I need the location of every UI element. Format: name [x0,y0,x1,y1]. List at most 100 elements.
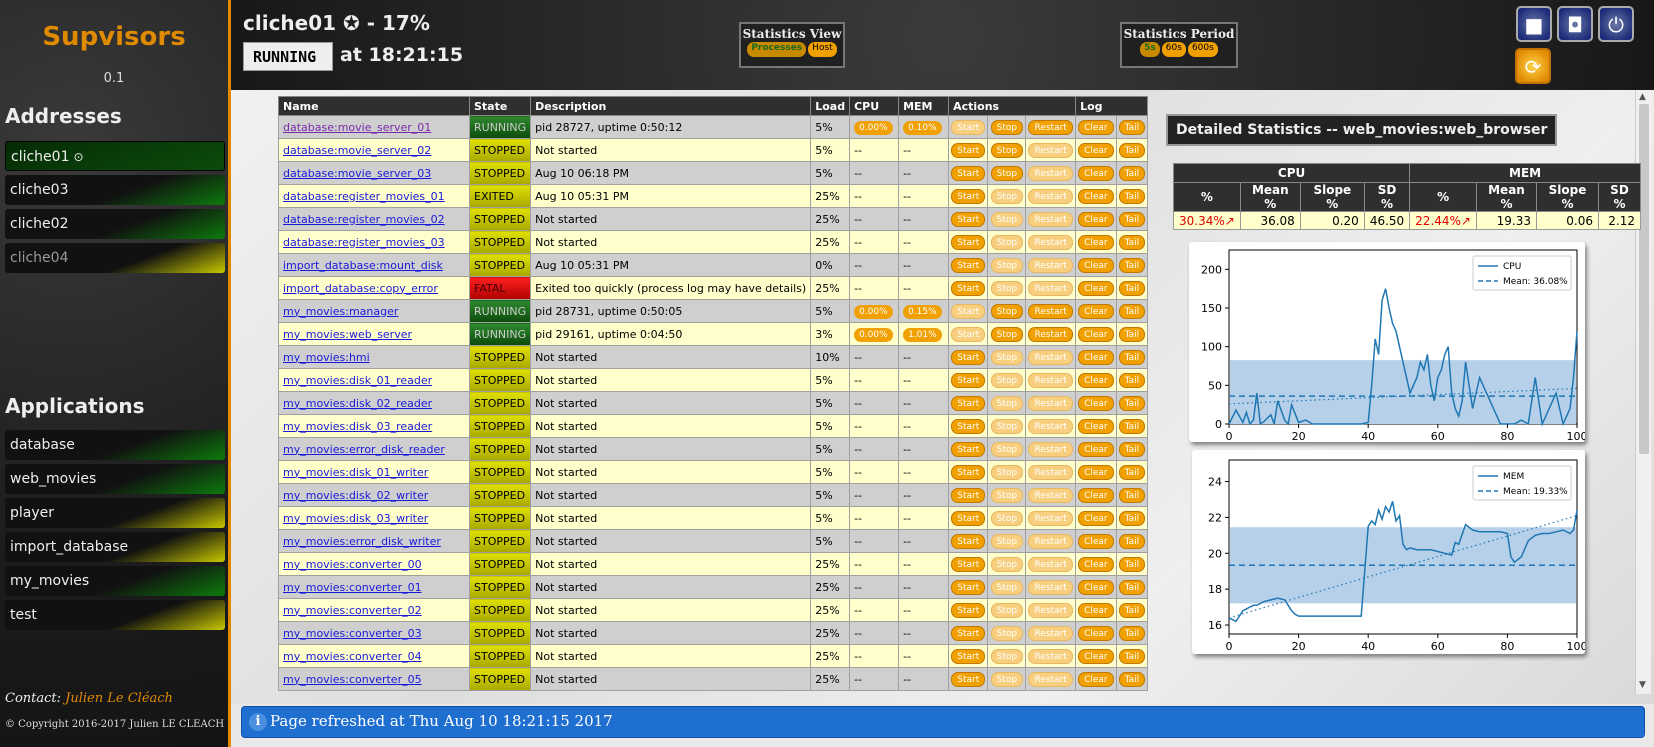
tail-log-button[interactable]: Tail [1118,487,1146,503]
restart-button[interactable]: Restart [1028,648,1073,664]
scrollbar-thumb[interactable] [1639,104,1649,454]
restart-button[interactable]: ◘ [1557,6,1593,42]
application-item-my_movies[interactable]: my_movies [5,566,225,596]
tail-log-button[interactable]: Tail [1118,625,1146,641]
clear-log-button[interactable]: Clear [1078,464,1114,480]
process-link[interactable]: my_movies:converter_01 [283,581,422,594]
process-link[interactable]: database:movie_server_03 [283,167,431,180]
process-link[interactable]: database:register_movies_01 [283,190,445,203]
stop-button[interactable]: Stop [990,648,1024,664]
clear-log-button[interactable]: Clear [1078,349,1114,365]
start-button[interactable]: Start [951,418,986,434]
mem-stats-button[interactable]: 0.10% [903,120,942,135]
start-button[interactable]: Start [951,533,986,549]
start-button[interactable]: Start [951,119,986,135]
clear-log-button[interactable]: Clear [1078,303,1114,319]
process-link[interactable]: my_movies:error_disk_reader [283,443,445,456]
process-link[interactable]: database:movie_server_02 [283,144,431,157]
stop-button[interactable]: Stop [990,188,1024,204]
start-button[interactable]: Start [951,395,986,411]
application-item-player[interactable]: player [5,498,225,528]
restart-button[interactable]: Restart [1028,372,1073,388]
restart-button[interactable]: Restart [1028,395,1073,411]
tail-log-button[interactable]: Tail [1118,188,1146,204]
restart-button[interactable]: Restart [1028,165,1073,181]
start-button[interactable]: Start [951,648,986,664]
stop-button[interactable]: Stop [990,211,1024,227]
start-button[interactable]: Start [951,625,986,641]
application-item-import_database[interactable]: import_database [5,532,225,562]
scroll-up-icon[interactable]: ▲ [1639,92,1646,102]
restart-button[interactable]: Restart [1028,257,1073,273]
tail-log-button[interactable]: Tail [1118,441,1146,457]
refresh-button[interactable]: ⟳ [1515,48,1551,84]
process-link[interactable]: database:register_movies_02 [283,213,445,226]
clear-log-button[interactable]: Clear [1078,487,1114,503]
stop-button[interactable]: Stop [990,395,1024,411]
power-button[interactable]: ⏻ [1598,6,1634,42]
clear-log-button[interactable]: Clear [1078,418,1114,434]
stop-button[interactable]: Stop [990,142,1024,158]
tail-log-button[interactable]: Tail [1118,280,1146,296]
restart-button[interactable]: Restart [1028,602,1073,618]
process-link[interactable]: database:register_movies_03 [283,236,445,249]
clear-log-button[interactable]: Clear [1078,211,1114,227]
clear-log-button[interactable]: Clear [1078,671,1114,687]
process-link[interactable]: my_movies:hmi [283,351,370,364]
stop-button[interactable]: Stop [990,418,1024,434]
clear-log-button[interactable]: Clear [1078,188,1114,204]
restart-button[interactable]: Restart [1028,188,1073,204]
tail-log-button[interactable]: Tail [1118,303,1146,319]
address-item-cliche03[interactable]: cliche03 [5,175,225,205]
tail-log-button[interactable]: Tail [1118,211,1146,227]
restart-button[interactable]: Restart [1028,441,1073,457]
stop-button[interactable]: Stop [990,487,1024,503]
clear-log-button[interactable]: Clear [1078,280,1114,296]
restart-button[interactable]: Restart [1028,510,1073,526]
start-button[interactable]: Start [951,441,986,457]
process-link[interactable]: my_movies:converter_04 [283,650,422,663]
start-button[interactable]: Start [951,142,986,158]
start-button[interactable]: Start [951,349,986,365]
address-item-cliche01[interactable]: cliche01 ⊙ [5,141,225,171]
stats_view-option-host[interactable]: Host [808,42,837,57]
process-link[interactable]: database:movie_server_01 [283,121,431,134]
application-item-web_movies[interactable]: web_movies [5,464,225,494]
stop-button[interactable]: Stop [990,234,1024,250]
clear-log-button[interactable]: Clear [1078,602,1114,618]
start-button[interactable]: Start [951,372,986,388]
clear-log-button[interactable]: Clear [1078,625,1114,641]
stop-button[interactable]: Stop [990,349,1024,365]
restart-button[interactable]: Restart [1028,211,1073,227]
start-button[interactable]: Start [951,165,986,181]
clear-log-button[interactable]: Clear [1078,119,1114,135]
process-link[interactable]: import_database:copy_error [283,282,438,295]
clear-log-button[interactable]: Clear [1078,579,1114,595]
restart-button[interactable]: Restart [1028,280,1073,296]
process-link[interactable]: my_movies:converter_03 [283,627,422,640]
start-button[interactable]: Start [951,326,986,342]
tail-log-button[interactable]: Tail [1118,510,1146,526]
process-link[interactable]: my_movies:disk_03_writer [283,512,428,525]
clear-log-button[interactable]: Clear [1078,372,1114,388]
stop-button[interactable]: Stop [990,257,1024,273]
process-link[interactable]: my_movies:converter_05 [283,673,422,686]
cpu-stats-button[interactable]: 0.00% [854,120,893,135]
stats_view-option-processes[interactable]: Processes [747,42,807,57]
clear-log-button[interactable]: Clear [1078,234,1114,250]
tail-log-button[interactable]: Tail [1118,602,1146,618]
tail-log-button[interactable]: Tail [1118,142,1146,158]
start-button[interactable]: Start [951,510,986,526]
stop-button[interactable]: Stop [990,579,1024,595]
clear-log-button[interactable]: Clear [1078,257,1114,273]
start-button[interactable]: Start [951,602,986,618]
process-link[interactable]: my_movies:manager [283,305,398,318]
clear-log-button[interactable]: Clear [1078,533,1114,549]
start-button[interactable]: Start [951,188,986,204]
start-button[interactable]: Start [951,303,986,319]
stop-button[interactable]: Stop [990,625,1024,641]
clear-log-button[interactable]: Clear [1078,395,1114,411]
mem-stats-button[interactable]: 0.15% [903,304,942,319]
process-link[interactable]: my_movies:web_server [283,328,412,341]
start-button[interactable]: Start [951,556,986,572]
